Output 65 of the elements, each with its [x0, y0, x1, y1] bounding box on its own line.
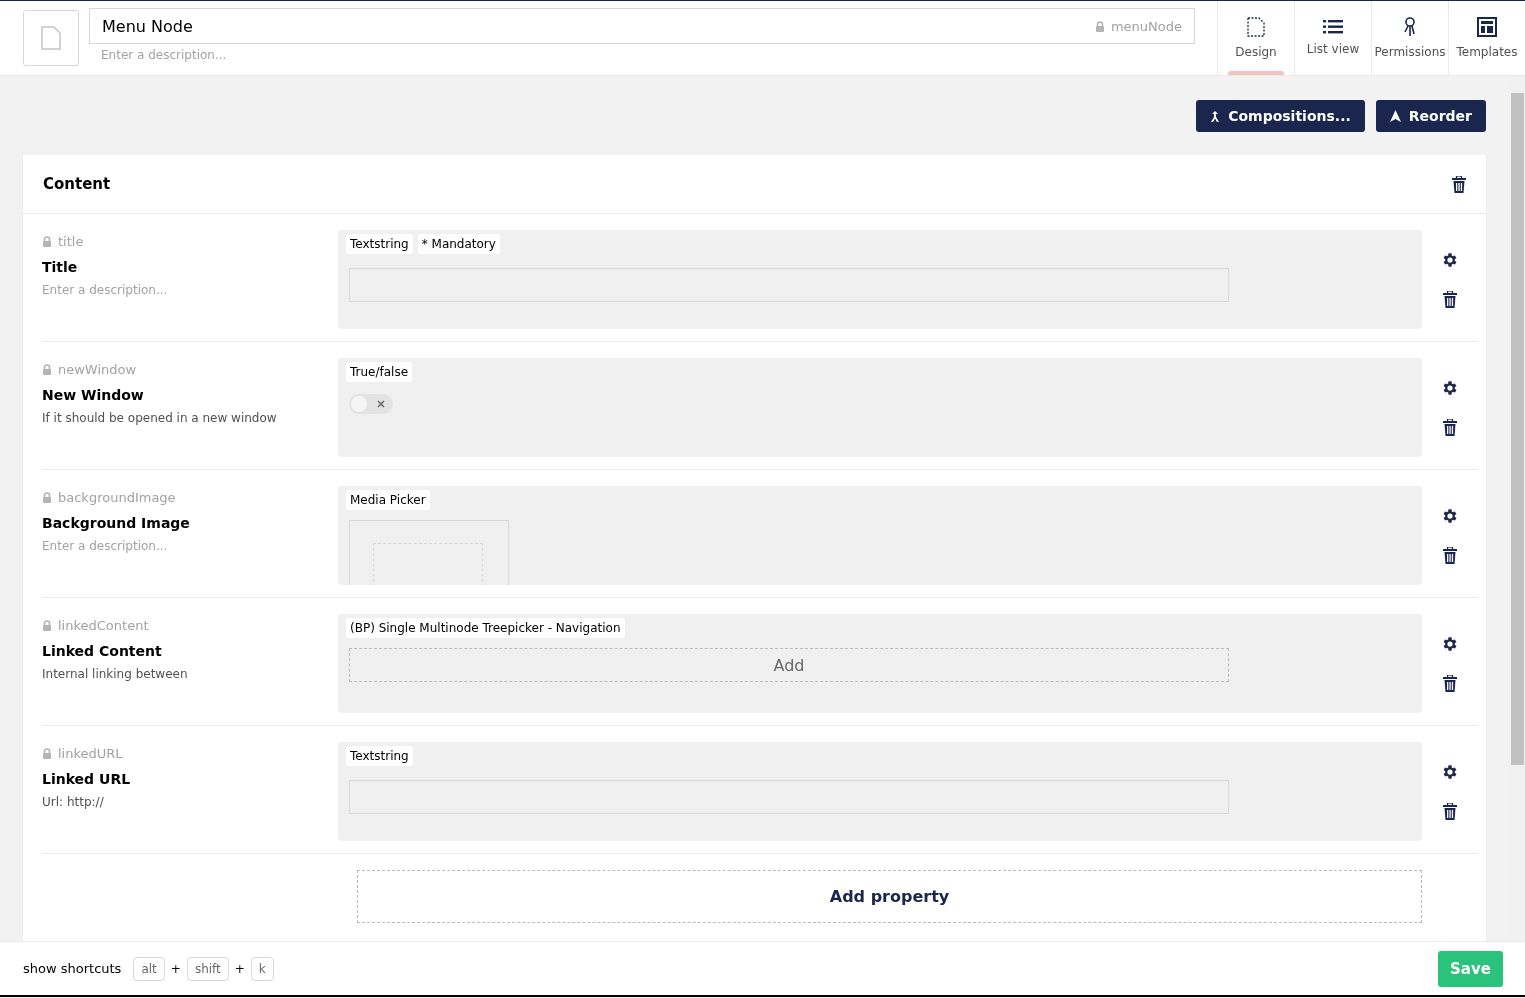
lock-icon	[42, 492, 52, 503]
editor-tag: (BP) Single Multinode Treepicker - Navigation	[346, 618, 625, 638]
settings-icon[interactable]	[1441, 763, 1459, 781]
merge-icon	[1210, 110, 1221, 122]
lock-icon	[42, 748, 52, 759]
name-field[interactable]: Menu Node menuNode	[89, 8, 1195, 44]
property-name: Background Image	[42, 515, 191, 531]
property-alias: linkedURL	[58, 746, 123, 761]
plus-sign: +	[234, 961, 245, 976]
tab[interactable]: Permissions	[1371, 1, 1448, 75]
settings-icon[interactable]	[1441, 379, 1459, 397]
editor-tag: Textstring	[346, 746, 413, 766]
cross-icon	[377, 400, 385, 408]
key-cap: shift	[186, 956, 229, 981]
property-alias: title	[58, 234, 84, 249]
property-description: Url: http://	[42, 795, 105, 809]
add-button[interactable]: Add	[349, 648, 1229, 682]
tab[interactable]: Templates	[1448, 1, 1525, 75]
editor-tag: True/false	[346, 362, 413, 382]
delete-icon[interactable]	[1443, 419, 1457, 436]
delete-icon[interactable]	[1443, 803, 1457, 820]
text-input[interactable]	[349, 268, 1229, 302]
alias-text: menuNode	[1110, 18, 1182, 34]
lock-icon	[42, 364, 52, 375]
property-description: Internal linking between	[42, 667, 189, 681]
delete-icon[interactable]	[1452, 175, 1466, 193]
template-icon	[1477, 17, 1497, 37]
delete-icon[interactable]	[1443, 547, 1457, 564]
editor-tag: Textstring	[346, 234, 413, 254]
lock-icon	[1094, 20, 1105, 32]
property-description: Enter a description...	[42, 539, 169, 553]
compositions-button[interactable]: Compositions...	[1196, 100, 1365, 132]
shortcuts-label: show shortcuts	[23, 961, 122, 976]
keys-icon	[1402, 17, 1418, 37]
text-input[interactable]	[349, 780, 1229, 814]
tab[interactable]: List view	[1294, 1, 1371, 75]
plus-sign: +	[170, 961, 181, 976]
property-name: Linked Content	[42, 643, 163, 659]
property-description: Enter a description...	[42, 283, 169, 297]
toggle-switch[interactable]	[349, 394, 393, 414]
property-description: If it should be opened in a new window	[42, 411, 278, 425]
property-name: Title	[42, 259, 79, 275]
add-property-button[interactable]: Add property	[357, 870, 1422, 923]
key-cap: alt	[133, 956, 165, 981]
list-icon	[1323, 20, 1343, 34]
group-title: Content	[43, 175, 111, 193]
reorder-button[interactable]: Reorder	[1375, 100, 1486, 132]
settings-icon[interactable]	[1441, 507, 1459, 525]
lock-icon	[42, 236, 52, 247]
arrow-up-icon	[1389, 110, 1401, 122]
property-name: New Window	[42, 387, 145, 403]
settings-icon[interactable]	[1441, 635, 1459, 653]
key-cap: k	[250, 956, 274, 981]
property-alias: newWindow	[58, 362, 137, 377]
delete-icon[interactable]	[1443, 675, 1457, 692]
delete-icon[interactable]	[1443, 291, 1457, 308]
editor-tag: * Mandatory	[417, 234, 500, 254]
property-alias: linkedContent	[58, 618, 149, 633]
lock-icon	[42, 620, 52, 631]
document-icon	[1247, 17, 1265, 37]
settings-icon[interactable]	[1441, 251, 1459, 269]
tab[interactable]: Design	[1217, 1, 1294, 75]
property-name: Linked URL	[42, 771, 132, 787]
property-alias: backgroundImage	[58, 490, 176, 505]
editor-tag: Media Picker	[346, 490, 430, 510]
